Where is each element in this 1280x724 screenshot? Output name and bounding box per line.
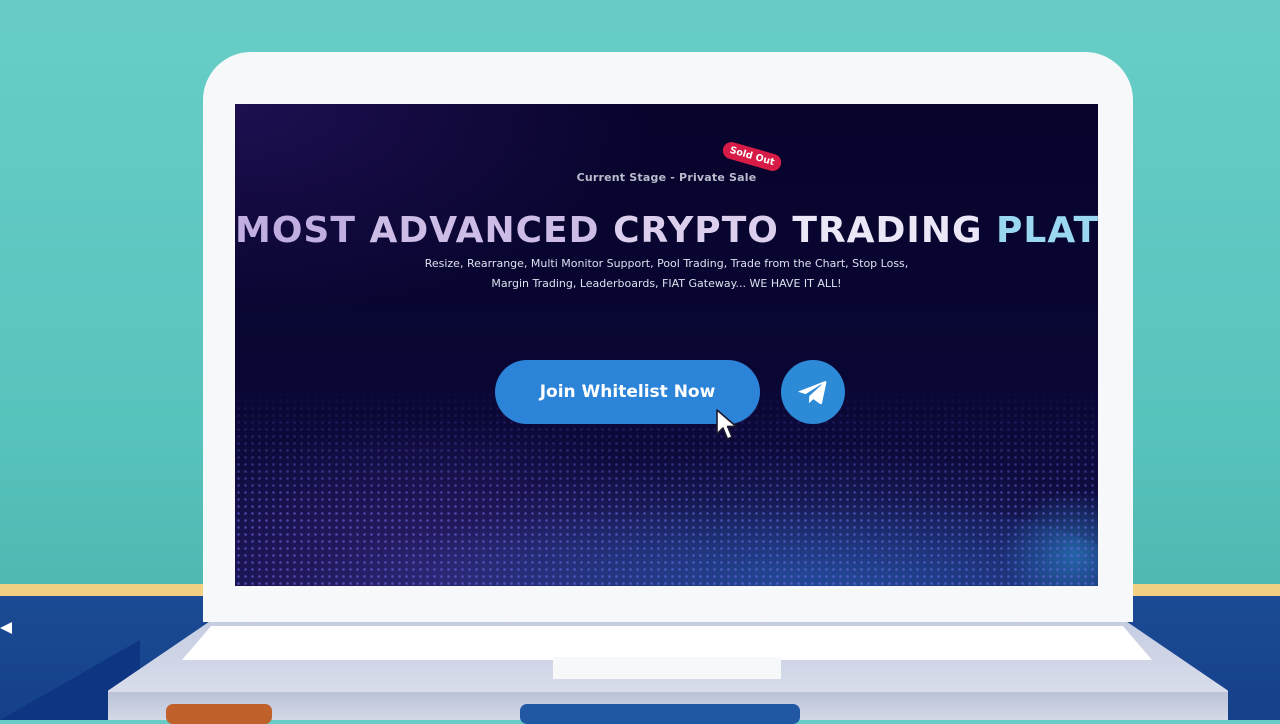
headline-word-5: PLATFORM bbox=[996, 210, 1098, 251]
laptop-screen: Current Stage - Private Sale Sold Out MO… bbox=[235, 104, 1098, 586]
paper-plane-icon bbox=[0, 622, 12, 634]
desk-item-orange bbox=[166, 704, 272, 724]
headline-word-4: TRADING bbox=[792, 210, 983, 251]
headline-word-2: ADVANCED bbox=[369, 210, 600, 251]
telegram-icon bbox=[798, 381, 827, 405]
stage-label: Current Stage - Private Sale bbox=[576, 171, 757, 184]
mouse-cursor-icon bbox=[716, 409, 737, 440]
hero-headline: MOST ADVANCED CRYPTO TRADING PLATFORM bbox=[235, 210, 1098, 251]
laptop-trackpad bbox=[553, 657, 781, 679]
headline-word-1: MOST bbox=[235, 210, 356, 251]
stage-indicator: Current Stage - Private Sale bbox=[235, 166, 1098, 185]
laptop-keyboard-deck bbox=[182, 626, 1152, 660]
telegram-button[interactable] bbox=[781, 360, 845, 424]
subtitle-line-2: Margin Trading, Leaderboards, FIAT Gatew… bbox=[491, 277, 842, 290]
hero-subtitle: Resize, Rearrange, Multi Monitor Support… bbox=[385, 254, 948, 294]
subtitle-line-1: Resize, Rearrange, Multi Monitor Support… bbox=[424, 257, 909, 270]
headline-word-3: CRYPTO bbox=[613, 210, 779, 251]
desk-item-blue bbox=[520, 704, 800, 724]
